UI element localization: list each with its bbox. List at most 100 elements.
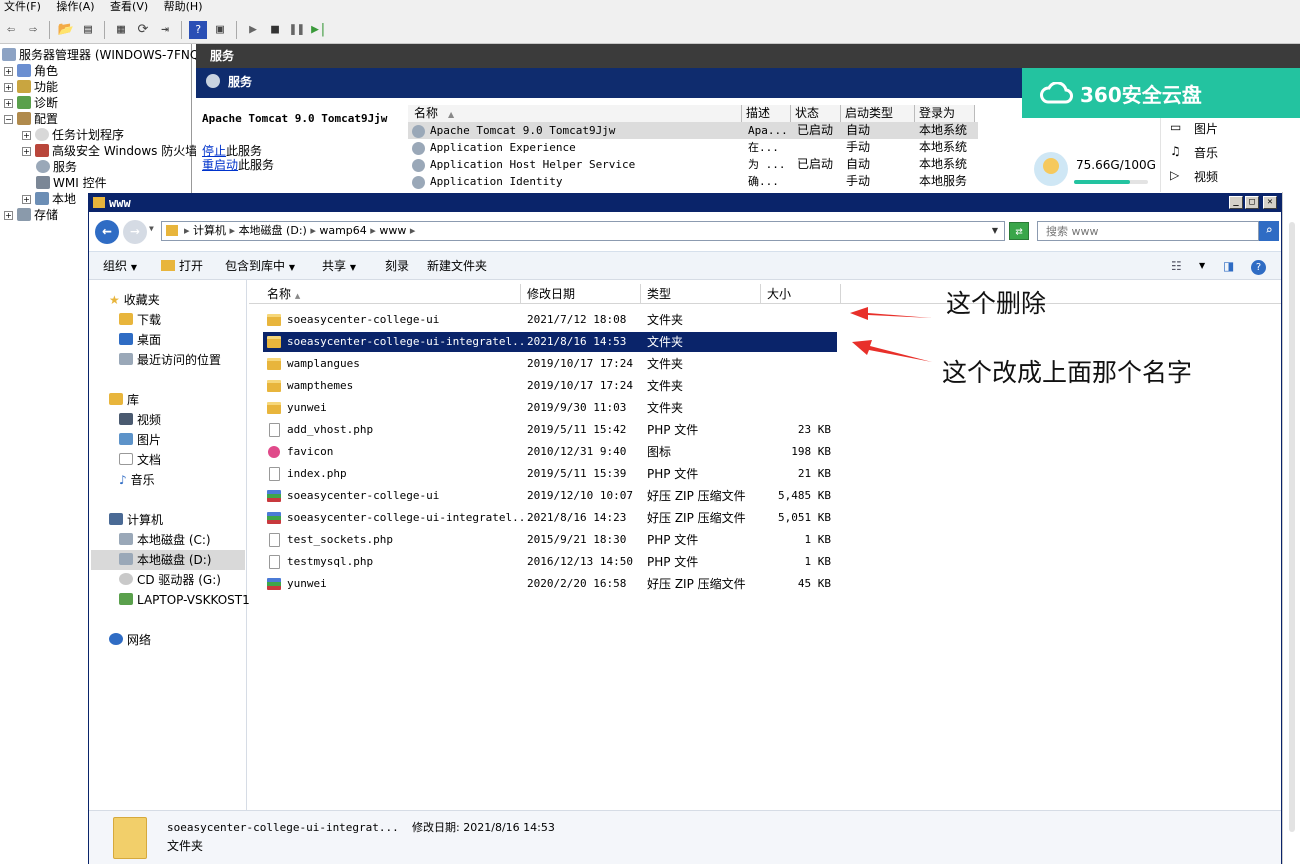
new-folder-button[interactable]: 新建文件夹 — [427, 252, 487, 280]
file-row[interactable]: yunwei 2020/2/20 16:58 好压 ZIP 压缩文件 45 KB — [263, 574, 837, 594]
properties-icon[interactable]: ▦ — [112, 21, 130, 39]
service-row[interactable]: Application Experience 在... 手动 本地系统 — [408, 139, 978, 156]
nav-desktop[interactable]: 桌面 — [119, 330, 161, 350]
column-status[interactable]: 状态 — [791, 105, 841, 122]
service-row[interactable]: Application Identity 确... 手动 本地服务 — [408, 173, 978, 190]
file-row[interactable]: wamplangues 2019/10/17 17:24 文件夹 — [263, 354, 837, 374]
column-startup-type[interactable]: 启动类型 — [841, 105, 915, 122]
show-tree-icon[interactable]: ▤ — [79, 21, 97, 39]
nav-downloads[interactable]: 下载 — [119, 310, 161, 330]
tree-features[interactable]: + 功能 — [4, 79, 58, 95]
column-log-on-as[interactable]: 登录为 — [915, 105, 975, 122]
expand-icon[interactable]: + — [22, 195, 31, 204]
refresh-icon[interactable]: ⟳ — [134, 21, 152, 39]
column-name[interactable]: 名称 ▲ — [408, 105, 742, 122]
preview-pane-icon[interactable]: ◨ — [1223, 252, 1234, 280]
cloud-drive-banner[interactable]: 360安全云盘 — [1022, 68, 1300, 118]
breadcrumb-computer[interactable]: 计算机 — [193, 224, 226, 237]
address-bar[interactable]: ▸ 计算机 ▸ 本地磁盘 (D:) ▸ wamp64 ▸ www ▸ ▼ — [161, 221, 1005, 241]
close-button[interactable]: ✕ — [1263, 196, 1277, 209]
file-row[interactable]: test_sockets.php 2015/9/21 18:30 PHP 文件 1 K… — [263, 530, 837, 550]
nav-videos[interactable]: 视频 — [119, 410, 161, 430]
tree-root[interactable]: 服务器管理器 (WINDOWS-7FNQGV — [2, 47, 217, 63]
file-row[interactable]: testmysql.php 2016/12/13 14:50 PHP 文件 1 KB — [263, 552, 837, 572]
tree-config[interactable]: − 配置 — [4, 111, 58, 127]
nav-network[interactable]: 网络 — [109, 630, 151, 650]
column-type[interactable]: 类型 — [641, 284, 761, 304]
nav-libraries[interactable]: 库 — [109, 390, 139, 410]
tree-services[interactable]: 服务 — [36, 159, 77, 175]
play-icon[interactable]: ▶ — [244, 21, 262, 39]
file-row[interactable]: wampthemes 2019/10/17 17:24 文件夹 — [263, 376, 837, 396]
column-name[interactable]: 名称 ▲ — [261, 284, 521, 304]
file-row[interactable]: soeasycenter-college-ui-integratel... 202… — [263, 508, 837, 528]
forward-icon[interactable]: ⇨ — [24, 21, 42, 39]
maximize-button[interactable]: □ — [1245, 196, 1259, 209]
expand-icon[interactable]: + — [4, 83, 13, 92]
export-icon[interactable]: ⇥ — [156, 21, 174, 39]
nav-laptop[interactable]: LAPTOP-VSKKOST1 上 — [119, 590, 266, 610]
address-dropdown-icon[interactable]: ▼ — [992, 222, 998, 240]
expand-icon[interactable]: + — [4, 99, 13, 108]
expand-icon[interactable]: + — [22, 147, 31, 156]
menu-file[interactable]: 文件(F) — [0, 0, 49, 14]
cloud-item-pictures[interactable]: ▭ 图片 — [1170, 120, 1218, 137]
nav-drive-d[interactable]: 本地磁盘 (D:) — [91, 550, 245, 570]
forward-button[interactable]: → — [123, 220, 147, 244]
view-options-icon[interactable]: ☷ — [1171, 252, 1182, 280]
file-row[interactable]: soeasycenter-college-ui 2019/12/10 10:07 好… — [263, 486, 837, 506]
include-in-library-button[interactable]: 包含到库中 ▼ — [225, 252, 295, 280]
nav-music[interactable]: ♪ 音乐 — [119, 470, 155, 490]
back-icon[interactable]: ⇦ — [2, 21, 20, 39]
menu-action[interactable]: 操作(A) — [52, 0, 102, 14]
burn-button[interactable]: 刻录 — [385, 252, 409, 280]
menu-help[interactable]: 帮助(H) — [160, 0, 211, 14]
search-input[interactable] — [1037, 221, 1259, 241]
nav-drive-c[interactable]: 本地磁盘 (C:) — [119, 530, 211, 550]
cloud-item-music[interactable]: ♫ 音乐 — [1170, 144, 1218, 161]
pause-icon[interactable]: ❚❚ — [288, 21, 306, 39]
organize-button[interactable]: 组织 ▼ — [103, 252, 137, 280]
expand-icon[interactable]: + — [22, 131, 31, 140]
restart-service-link[interactable]: 重启动 — [202, 158, 238, 172]
column-size[interactable]: 大小 — [761, 284, 841, 304]
stop-icon[interactable]: ■ — [266, 21, 284, 39]
file-row[interactable]: favicon 2010/12/31 9:40 图标 198 KB — [263, 442, 837, 462]
open-button[interactable]: 打开 — [161, 252, 203, 280]
nav-pictures[interactable]: 图片 — [119, 430, 161, 450]
nav-drive-g[interactable]: CD 驱动器 (G:) — [119, 570, 221, 590]
tree-roles[interactable]: + 角色 — [4, 63, 58, 79]
file-row[interactable]: soeasycenter-college-ui-integratel... 202… — [263, 332, 837, 352]
up-folder-icon[interactable]: 📂 — [57, 21, 75, 39]
tree-local[interactable]: + 本地 — [22, 191, 76, 207]
history-dropdown-icon[interactable]: ▼ — [149, 224, 154, 233]
service-row[interactable]: Application Host Helper Service 为 ... 已启… — [408, 156, 978, 173]
tree-storage[interactable]: + 存储 — [4, 207, 58, 223]
expand-icon[interactable]: + — [4, 211, 13, 220]
chevron-down-icon[interactable]: ▼ — [1199, 252, 1205, 280]
back-button[interactable]: ← — [95, 220, 119, 244]
nav-documents[interactable]: 文档 — [119, 450, 161, 470]
avatar[interactable] — [1034, 152, 1068, 186]
file-row[interactable]: index.php 2019/5/11 15:39 PHP 文件 21 KB — [263, 464, 837, 484]
background-scrollbar[interactable] — [1289, 222, 1295, 832]
tree-task-scheduler[interactable]: + 任务计划程序 — [22, 127, 124, 143]
menu-view[interactable]: 查看(V) — [106, 0, 156, 14]
cloud-item-videos[interactable]: ▷ 视频 — [1170, 168, 1218, 185]
console-icon[interactable]: ▣ — [211, 21, 229, 39]
file-row[interactable]: soeasycenter-college-ui 2021/7/12 18:08 文件… — [263, 310, 837, 330]
nav-favorites[interactable]: ★ 收藏夹 — [109, 290, 160, 310]
refresh-button[interactable]: ⇄ — [1009, 222, 1029, 240]
file-row[interactable]: yunwei 2019/9/30 11:03 文件夹 — [263, 398, 837, 418]
help-icon[interactable]: ? — [189, 20, 207, 39]
breadcrumb-drive-d[interactable]: 本地磁盘 (D:) — [239, 224, 307, 237]
share-button[interactable]: 共享 ▼ — [322, 252, 356, 280]
breadcrumb-wamp64[interactable]: wamp64 — [319, 224, 366, 237]
explorer-titlebar[interactable]: www _ □ ✕ — [89, 194, 1281, 212]
column-date-modified[interactable]: 修改日期 — [521, 284, 641, 304]
tree-wmi[interactable]: WMI 控件 — [36, 175, 107, 191]
collapse-icon[interactable]: − — [4, 115, 13, 124]
search-icon[interactable]: ⌕ — [1259, 221, 1279, 241]
restart-icon[interactable]: ▶| — [310, 21, 328, 39]
column-description[interactable]: 描述 — [742, 105, 791, 122]
